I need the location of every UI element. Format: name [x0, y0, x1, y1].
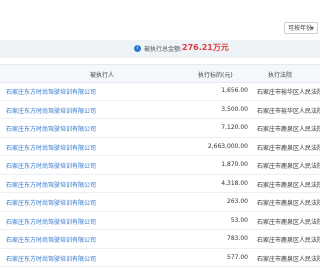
top-bar: 可按年份 ▼ — [0, 0, 320, 40]
court-cell: 石家庄市鹿泉区人民法院 — [257, 161, 320, 170]
court-cell: 石家庄市鹿泉区人民法院 — [257, 217, 320, 226]
court-cell: 石家庄市鹿泉区人民法院 — [257, 254, 320, 263]
header-respondent: 被执行人 — [90, 70, 114, 79]
amount-cell: 1,656.00 — [221, 87, 248, 94]
respondent-link[interactable]: 石家庄东方时尚驾驶培训有限公司 — [6, 143, 96, 152]
respondent-link[interactable]: 石家庄东方时尚驾驶培训有限公司 — [6, 217, 96, 226]
summary-bar: i 被执行总金额: 276.21万元 — [0, 40, 320, 58]
summary-label: 被执行总金额: — [144, 44, 182, 53]
chevron-down-icon: ▼ — [310, 23, 314, 34]
respondent-link[interactable]: 石家庄东方时尚驾驶培训有限公司 — [6, 106, 96, 115]
table-body: 石家庄东方时尚驾驶培训有限公司 1,656.00 石家庄市裕华区人民法院 石家庄… — [0, 82, 320, 267]
header-court: 执行法院 — [268, 70, 292, 79]
amount-cell: 1,870.00 — [221, 161, 248, 168]
amount-cell: 577.00 — [227, 254, 248, 261]
amount-cell: 53.00 — [231, 217, 248, 224]
table-row: 石家庄东方时尚驾驶培训有限公司 4,318.00 石家庄市鹿泉区人民法院 — [0, 175, 320, 194]
year-filter-label: 可按年份 — [288, 25, 312, 32]
respondent-link[interactable]: 石家庄东方时尚驾驶培训有限公司 — [6, 198, 96, 207]
table-row: 石家庄东方时尚驾驶培训有限公司 783.00 石家庄市鹿泉区人民法院 — [0, 230, 320, 249]
amount-cell: 3,500.00 — [221, 106, 248, 113]
info-icon: i — [134, 45, 141, 52]
table-row: 石家庄东方时尚驾驶培训有限公司 577.00 石家庄市鹿泉区人民法院 — [0, 249, 320, 267]
court-cell: 石家庄市裕华区人民法院 — [257, 106, 320, 115]
amount-cell: 4,318.00 — [221, 180, 248, 187]
table-row: 石家庄东方时尚驾驶培训有限公司 3,500.00 石家庄市裕华区人民法院 — [0, 101, 320, 120]
court-cell: 石家庄市鹿泉区人民法院 — [257, 198, 320, 207]
court-cell: 石家庄市鹿泉区人民法院 — [257, 143, 320, 152]
amount-cell: 7,120.00 — [221, 124, 248, 131]
respondent-link[interactable]: 石家庄东方时尚驾驶培训有限公司 — [6, 254, 96, 263]
respondent-link[interactable]: 石家庄东方时尚驾驶培训有限公司 — [6, 180, 96, 189]
year-filter-select[interactable]: 可按年份 ▼ — [284, 22, 318, 34]
table-row: 石家庄东方时尚驾驶培训有限公司 53.00 石家庄市鹿泉区人民法院 — [0, 212, 320, 231]
header-amount: 执行标的(元) — [198, 70, 233, 79]
table-header: 被执行人 执行标的(元) 执行法院 — [0, 64, 320, 83]
summary-amount: 276.21万元 — [182, 42, 229, 53]
table-row: 石家庄东方时尚驾驶培训有限公司 263.00 石家庄市鹿泉区人民法院 — [0, 193, 320, 212]
respondent-link[interactable]: 石家庄东方时尚驾驶培训有限公司 — [6, 124, 96, 133]
table-row: 石家庄东方时尚驾驶培训有限公司 1,656.00 石家庄市裕华区人民法院 — [0, 82, 320, 101]
respondent-link[interactable]: 石家庄东方时尚驾驶培训有限公司 — [6, 87, 96, 96]
table-row: 石家庄东方时尚驾驶培训有限公司 7,120.00 石家庄市鹿泉区人民法院 — [0, 119, 320, 138]
court-cell: 石家庄市裕华区人民法院 — [257, 87, 320, 96]
amount-cell: 783.00 — [227, 235, 248, 242]
table-row: 石家庄东方时尚驾驶培训有限公司 1,870.00 石家庄市鹿泉区人民法院 — [0, 156, 320, 175]
amount-cell: 263.00 — [227, 198, 248, 205]
respondent-link[interactable]: 石家庄东方时尚驾驶培训有限公司 — [6, 161, 96, 170]
amount-cell: 2,663,000.00 — [208, 143, 248, 150]
court-cell: 石家庄市鹿泉区人民法院 — [257, 180, 320, 189]
table-row: 石家庄东方时尚驾驶培训有限公司 2,663,000.00 石家庄市鹿泉区人民法院 — [0, 138, 320, 157]
court-cell: 石家庄市鹿泉区人民法院 — [257, 124, 320, 133]
